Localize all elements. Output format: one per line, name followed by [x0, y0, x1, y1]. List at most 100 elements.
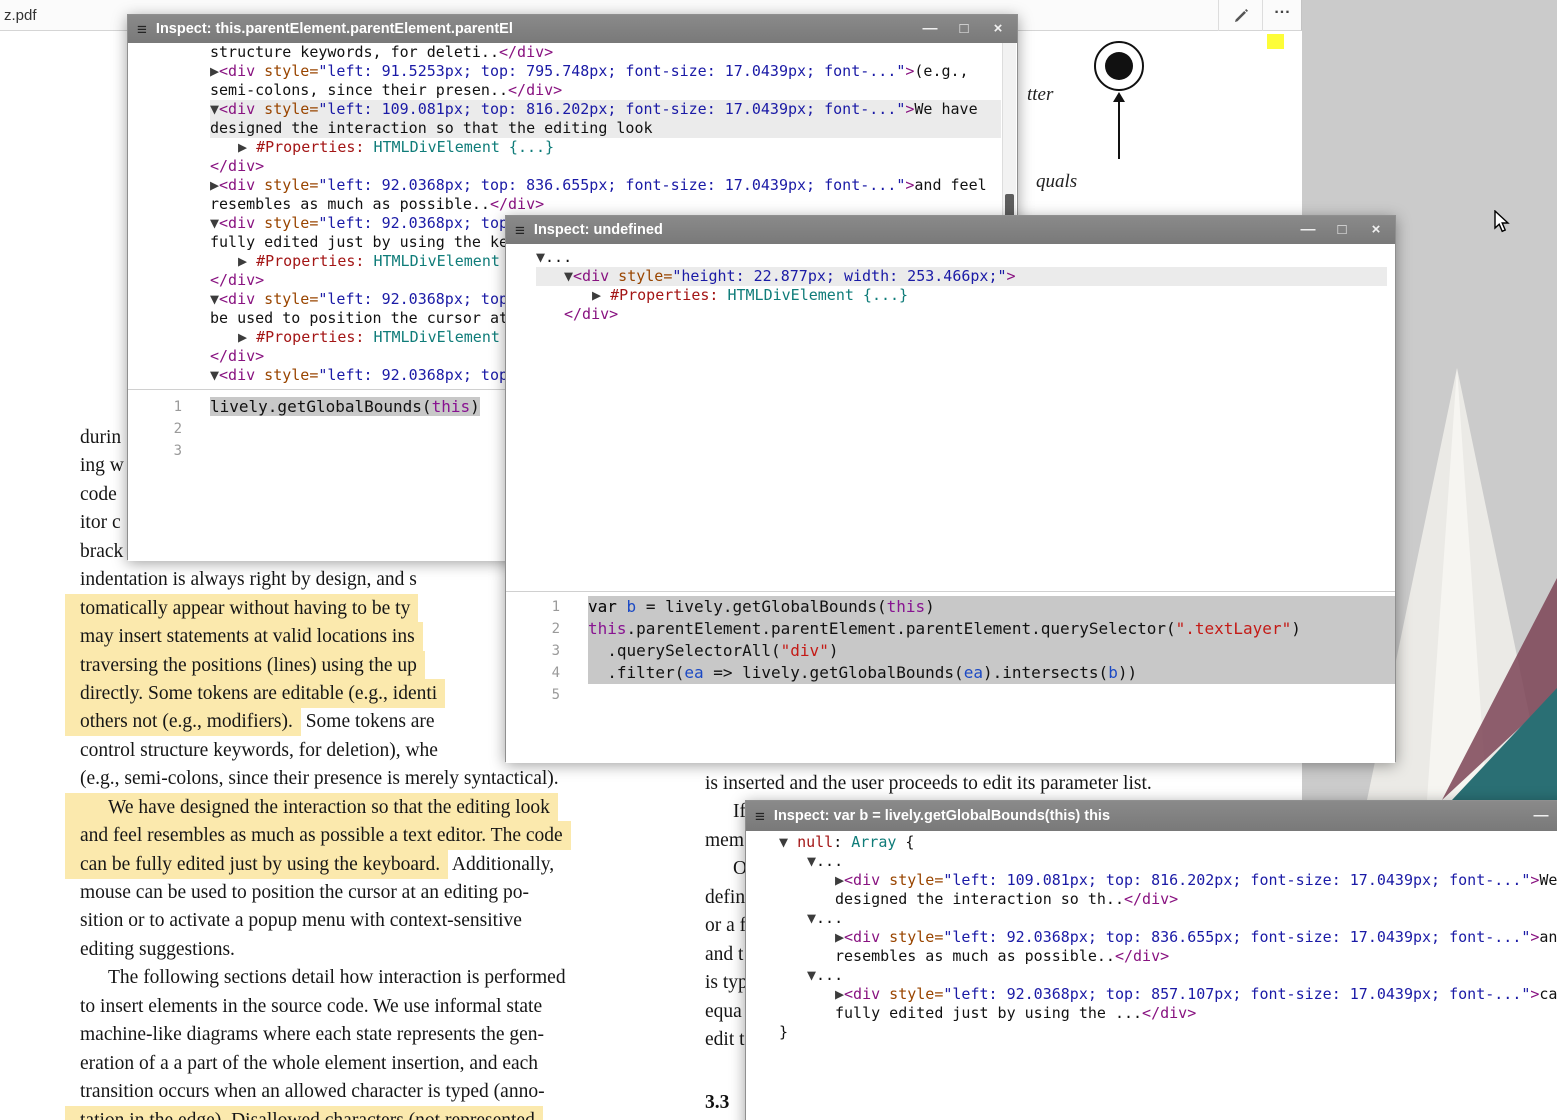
close-button[interactable]: × [1368, 216, 1384, 244]
syntax-token: ▶ [238, 328, 256, 346]
syntax-token: <div [219, 290, 255, 308]
tree-node[interactable]: ▶<div style="left: 92.0368px; top: 857.1… [779, 985, 1557, 1023]
tree-node[interactable]: </div> [210, 157, 1001, 176]
tree-node[interactable]: ▶ #Properties: HTMLDivElement {...} [210, 138, 1001, 157]
syntax-token: ea [964, 663, 983, 682]
syntax-token: <div [219, 100, 255, 118]
highlighted-text: and feel resembles as much as possible a… [65, 821, 571, 850]
code-line[interactable] [588, 684, 1395, 706]
tree-node[interactable]: ▼... [779, 909, 1557, 928]
tree-node[interactable]: ▼... [779, 852, 1557, 871]
maximize-button[interactable]: □ [1334, 216, 1350, 244]
syntax-token: this [588, 619, 627, 638]
syntax-token: HTMLDivElement {...} [364, 138, 554, 156]
syntax-token: HTMLDivElement {...} [718, 286, 908, 304]
more-options-button[interactable]: ... [1262, 0, 1302, 31]
syntax-token: "left: 92.0368px; top: 836.655px; font-s… [943, 928, 1530, 946]
code-editor[interactable]: 12345 var b = lively.getGlobalBounds(thi… [506, 591, 1395, 763]
tree-node[interactable]: ▶<div style="left: 92.0368px; top: 836.6… [210, 176, 1001, 214]
window-titlebar[interactable]: ≡ Inspect: var b = lively.getGlobalBound… [746, 801, 1557, 831]
code-line[interactable]: this.parentElement.parentElement.parentE… [588, 618, 1395, 640]
syntax-token: structure keywords, for deleti.. [210, 43, 499, 61]
syntax-token: )) [1118, 663, 1137, 682]
text-segment: sition or to activate a popup menu with … [80, 910, 522, 931]
code-line[interactable]: .filter(ea => lively.getGlobalBounds(ea)… [588, 662, 1395, 684]
syntax-token: ▼ [807, 852, 816, 870]
syntax-token: style= [880, 871, 943, 889]
syntax-token: "left: 92.0368px; top: 836.655px; font-s… [318, 176, 905, 194]
object-tree[interactable]: ▼ null: Array {▼...▶<div style="left: 10… [746, 831, 1557, 1120]
syntax-token: null [797, 833, 833, 851]
syntax-token: <div [219, 214, 255, 232]
tree-node[interactable]: ▼ null: Array { [779, 833, 1557, 852]
syntax-token: <div [219, 366, 255, 384]
text-segment: The following sections detail how intera… [108, 967, 566, 988]
tree-node[interactable]: ▶<div style="left: 92.0368px; top: 836.6… [779, 928, 1557, 966]
minimize-button[interactable]: — [922, 15, 938, 43]
diagram-label-bottom: quals [1036, 171, 1077, 193]
line-number: 3 [506, 640, 560, 662]
syntax-token: ).intersects( [983, 663, 1108, 682]
inspector-window-undefined: ≡ Inspect: undefined — □ × ▼...▼<div sty… [505, 215, 1396, 762]
pdf-text-line: tation in the edge). Disallowed characte… [80, 1107, 655, 1120]
tree-node[interactable]: ▼... [779, 966, 1557, 985]
code-line[interactable]: var b = lively.getGlobalBounds(this) [588, 596, 1395, 618]
syntax-token: ) [1291, 619, 1301, 638]
syntax-token: b [627, 597, 637, 616]
window-titlebar[interactable]: ≡ Inspect: this.parentElement.parentElem… [128, 15, 1017, 43]
pdf-text-line: (e.g., semi-colons, since their presence… [80, 765, 655, 793]
tree-node[interactable]: } [779, 1023, 1557, 1042]
syntax-token: b [1108, 663, 1118, 682]
syntax-token: ▼ [210, 214, 219, 232]
syntax-token: ) [470, 397, 480, 416]
syntax-token: ▶ [835, 928, 844, 946]
pdf-text-line: mouse can be used to position the cursor… [80, 879, 655, 907]
minimize-button[interactable]: — [1300, 216, 1316, 244]
close-button[interactable]: × [990, 15, 1006, 43]
dom-tree[interactable]: ▼...▼<div style="height: 22.877px; width… [506, 244, 1395, 591]
section-heading-number: 3.3 [705, 1092, 729, 1114]
syntax-token: ▼ [210, 100, 219, 118]
highlighted-text: others not (e.g., modifiers). [65, 707, 301, 736]
syntax-token: style= [609, 267, 672, 285]
window-menu-icon[interactable]: ≡ [137, 21, 147, 38]
syntax-token: ▶ [238, 252, 256, 270]
syntax-token: style= [880, 985, 943, 1003]
syntax-token: ... [816, 909, 843, 927]
window-title: Inspect: var b = lively.getGlobalBounds(… [774, 808, 1524, 824]
window-titlebar[interactable]: ≡ Inspect: undefined — □ × [506, 216, 1395, 244]
line-number: 2 [128, 418, 182, 440]
syntax-token: ▼ [807, 966, 816, 984]
mouse-cursor [1494, 210, 1516, 234]
edit-pencil-button[interactable] [1218, 0, 1262, 31]
syntax-token: </div> [210, 347, 264, 365]
tree-node[interactable]: ▼<div style="left: 109.081px; top: 816.2… [210, 100, 1001, 138]
maximize-button[interactable]: □ [956, 15, 972, 43]
pdf-text-line: editing suggestions. [80, 936, 655, 964]
syntax-token: ▼ [779, 833, 797, 851]
syntax-token: #Properties: [256, 252, 364, 270]
syntax-token: "left: 109.081px; top: 816.202px; font-s… [943, 871, 1530, 889]
tree-node[interactable]: ▼... [536, 248, 1387, 267]
text-segment: editing suggestions. [80, 939, 235, 960]
code-content[interactable]: var b = lively.getGlobalBounds(this)this… [588, 596, 1395, 763]
pdf-text-line: transition occurs when an allowed charac… [80, 1078, 655, 1106]
tree-node[interactable]: ▶<div style="left: 109.081px; top: 816.2… [779, 871, 1557, 909]
syntax-token: style= [880, 928, 943, 946]
pdf-text-line: We have designed the interaction so that… [80, 794, 655, 822]
text-segment: durin [80, 427, 121, 448]
text-segment: defin [705, 887, 745, 908]
minimize-button[interactable]: — [1533, 802, 1549, 830]
tree-node[interactable]: ▼<div style="height: 22.877px; width: 25… [536, 267, 1387, 286]
tree-node[interactable]: </div> [536, 305, 1387, 324]
window-menu-icon[interactable]: ≡ [755, 808, 765, 825]
line-number: 4 [506, 662, 560, 684]
syntax-token: </div> [210, 157, 264, 175]
code-line[interactable]: .querySelectorAll("div") [588, 640, 1395, 662]
tree-node[interactable]: ▶<div style="left: 91.5253px; top: 795.7… [210, 62, 1001, 100]
text-segment: machine-like diagrams where each state r… [80, 1024, 544, 1045]
tree-node[interactable]: ▶ #Properties: HTMLDivElement {...} [536, 286, 1387, 305]
tree-node[interactable]: structure keywords, for deleti..</div> [210, 43, 1001, 62]
text-segment: Some tokens are [301, 711, 435, 732]
window-menu-icon[interactable]: ≡ [515, 222, 525, 239]
